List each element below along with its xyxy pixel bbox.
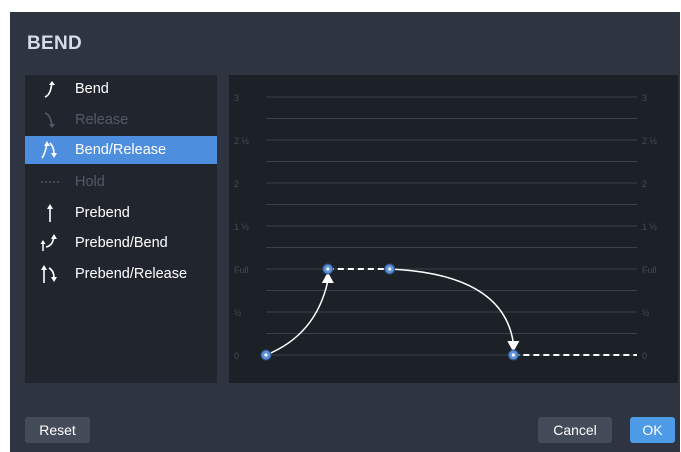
bend-type-label: Prebend xyxy=(75,205,130,221)
bend-type-item-prebend-release[interactable]: Prebend/Release xyxy=(25,260,217,288)
pitch-label-right: 0 xyxy=(642,351,647,361)
curve-point-dot xyxy=(326,267,330,271)
bend-icon xyxy=(39,78,61,100)
bend-type-label: Release xyxy=(75,112,129,128)
curve-point-dot xyxy=(388,267,392,271)
bend-graph[interactable]: 0 0 ½ ½ Full Full 1 ½ 1 ½ 2 2 2 ½ 2 ½ 3 3 xyxy=(229,75,678,383)
prebend-icon xyxy=(39,202,61,224)
bend-type-label: Bend xyxy=(75,81,109,97)
bend-dialog: BEND Bend Release Bend/Release Hold Preb… xyxy=(10,12,680,452)
pitch-label-left: 1 ½ xyxy=(234,222,250,232)
pitch-label-left: 3 xyxy=(234,93,239,103)
pitch-label-left: 0 xyxy=(234,351,239,361)
bend-type-label: Hold xyxy=(75,174,105,190)
release-icon xyxy=(39,109,61,131)
pitch-label-right: 3 xyxy=(642,93,647,103)
release-curve xyxy=(389,268,515,344)
bend-type-item-bend[interactable]: Bend xyxy=(25,75,217,103)
cancel-button[interactable]: Cancel xyxy=(538,417,612,443)
pitch-label-right: ½ xyxy=(642,308,650,318)
bend-type-item-prebend-bend[interactable]: Prebend/Bend xyxy=(25,229,217,257)
bend-release-icon xyxy=(39,139,61,161)
prebend-bend-icon xyxy=(39,232,61,254)
curve-point-dot xyxy=(264,353,268,357)
pitch-label-left: 2 xyxy=(234,179,239,189)
bend-graph-canvas[interactable]: 0 0 ½ ½ Full Full 1 ½ 1 ½ 2 2 2 ½ 2 ½ 3 3 xyxy=(229,75,678,383)
bend-type-label: Prebend/Release xyxy=(75,266,188,282)
bend-type-item-release: Release xyxy=(25,106,217,134)
bend-type-item-hold: Hold xyxy=(25,168,217,196)
pitch-label-left: Full xyxy=(234,265,249,275)
bend-type-label: Bend/Release xyxy=(75,142,167,158)
curve-point-dot xyxy=(511,353,515,357)
reset-button[interactable]: Reset xyxy=(25,417,90,443)
hold-icon xyxy=(39,171,61,193)
pitch-label-right: 2 xyxy=(642,179,647,189)
pitch-label-left: 2 ½ xyxy=(234,136,250,146)
pitch-label-right: Full xyxy=(642,265,657,275)
bend-type-label: Prebend/Bend xyxy=(75,235,168,251)
pitch-label-right: 1 ½ xyxy=(642,222,658,232)
bend-curve xyxy=(265,280,329,356)
bend-type-list: Bend Release Bend/Release Hold Prebend P… xyxy=(25,75,217,383)
bend-type-item-bend-release[interactable]: Bend/Release xyxy=(25,136,217,164)
ok-button[interactable]: OK xyxy=(630,417,675,443)
prebend-release-icon xyxy=(39,263,61,285)
pitch-label-right: 2 ½ xyxy=(642,136,658,146)
bend-type-item-prebend[interactable]: Prebend xyxy=(25,199,217,227)
dialog-title: BEND xyxy=(27,33,83,54)
pitch-label-left: ½ xyxy=(234,308,242,318)
